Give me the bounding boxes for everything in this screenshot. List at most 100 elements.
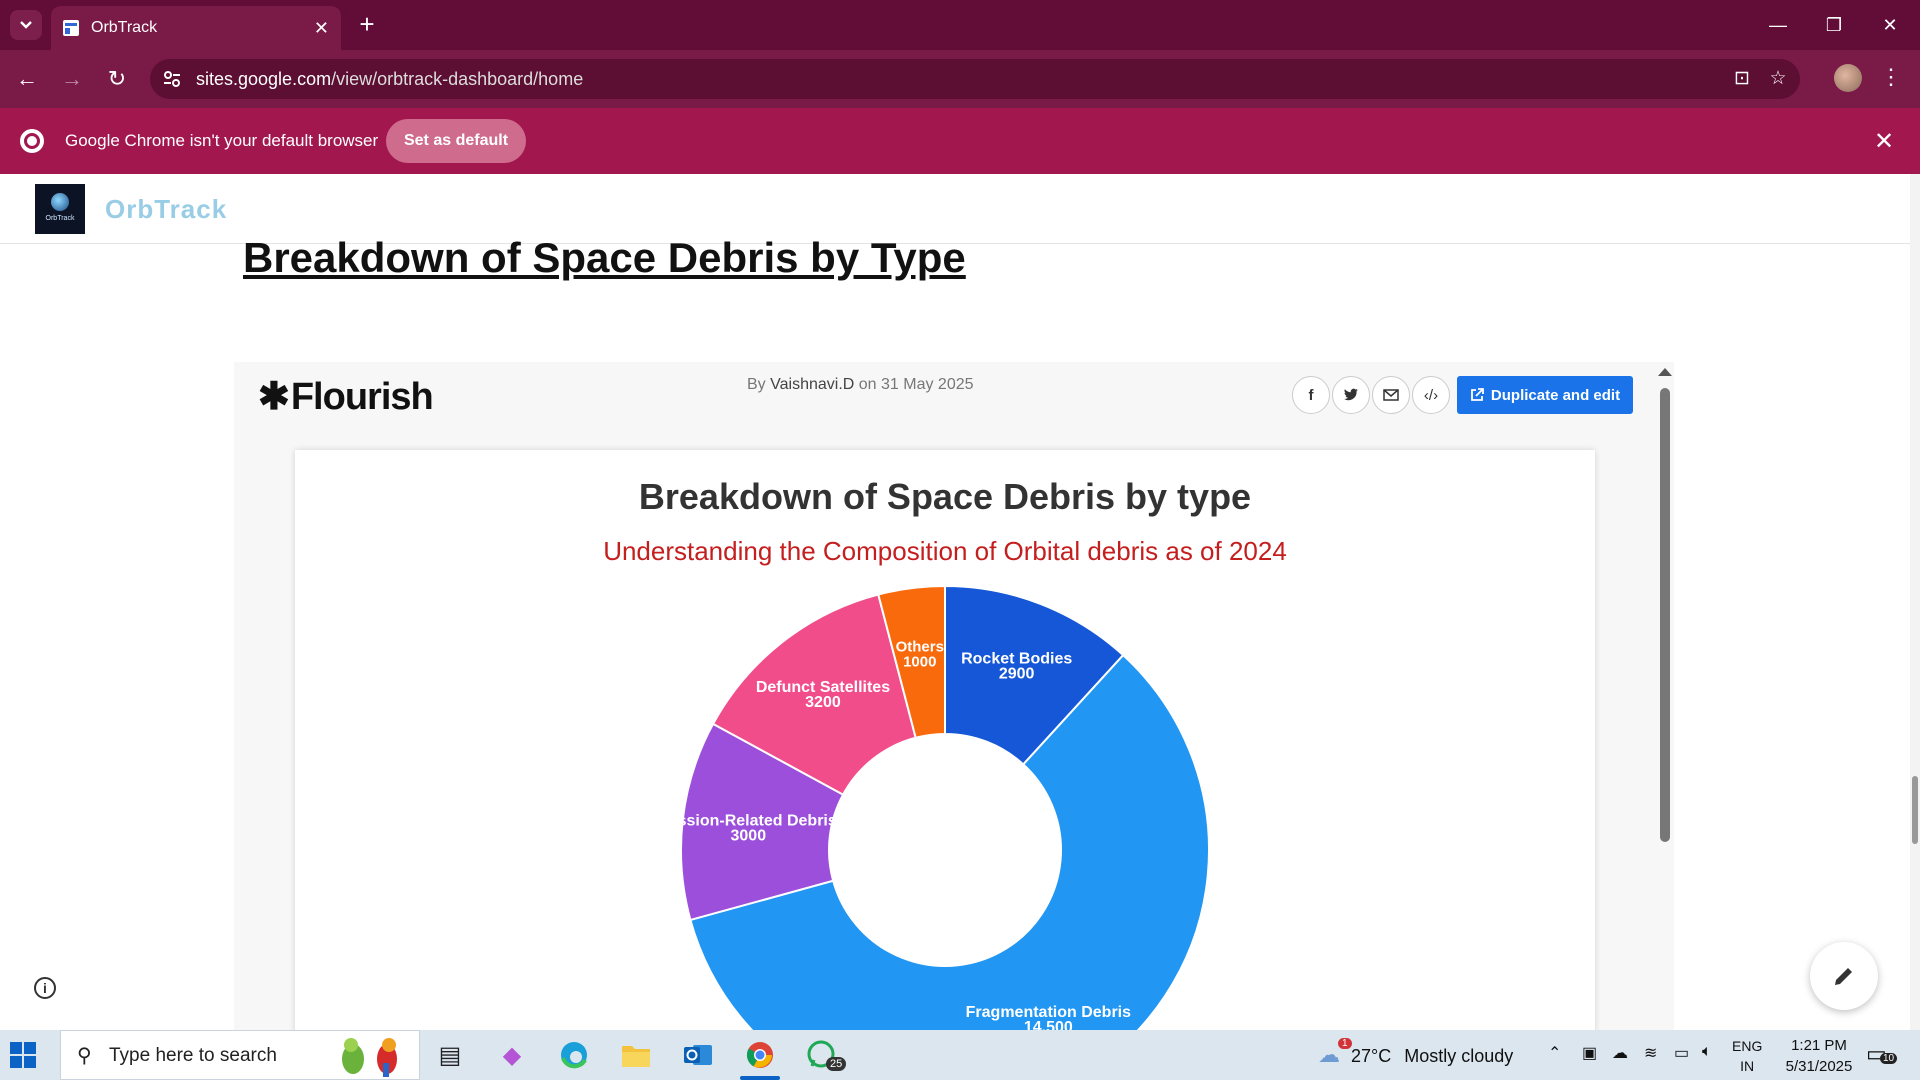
translate-icon[interactable]: ⊡ <box>1730 67 1754 91</box>
notification-icon[interactable]: ▭ 10 <box>1866 1041 1902 1071</box>
file-explorer-icon[interactable] <box>618 1038 654 1072</box>
byline-prefix: By <box>747 376 766 393</box>
page-content: OrbTrack OrbTrack Breakdown of Space Deb… <box>0 174 1920 1030</box>
show-hidden-icons-chevron-icon[interactable]: ⌃ <box>1548 1043 1561 1063</box>
flourish-embed: ✱Flourish By Vaishnavi.D on 31 May 2025 … <box>234 362 1674 1030</box>
twitter-share-icon[interactable] <box>1332 376 1370 414</box>
embed-code-icon[interactable]: ‹/› <box>1412 376 1450 414</box>
close-infobar-icon[interactable]: ✕ <box>1874 127 1894 156</box>
address-bar[interactable]: sites.google.com/view/orbtrack-dashboard… <box>150 59 1800 99</box>
forward-button[interactable]: → <box>55 62 89 96</box>
site-name[interactable]: OrbTrack <box>105 194 227 225</box>
duplicate-and-edit-button[interactable]: Duplicate and edit <box>1457 376 1633 414</box>
orb-logo-icon <box>51 193 69 211</box>
browser-toolbar: ← → ↻ sites.google.com/view/orbtrack-das… <box>0 50 1920 108</box>
notif-count: 10 <box>1880 1053 1898 1064</box>
site-logo[interactable]: OrbTrack <box>35 184 85 234</box>
search-icon: ⚲ <box>77 1045 92 1067</box>
windows-start-icon[interactable] <box>10 1042 36 1068</box>
volume-icon[interactable]: 🔈︎ <box>1702 1043 1712 1061</box>
asterisk-icon: ✱ <box>258 376 290 418</box>
duplicate-label: Duplicate and edit <box>1490 386 1621 404</box>
clock[interactable]: 1:21 PM 5/31/2025 <box>1774 1035 1864 1077</box>
page-title: Breakdown of Space Debris by Type <box>243 234 966 281</box>
edit-pencil-button[interactable] <box>1810 942 1878 1010</box>
set-as-default-button[interactable]: Set as default <box>386 119 526 163</box>
windows-taskbar: ⚲ Type here to search ▤ ◆ 25 ☁ 1 27°C Mo… <box>0 1030 1920 1080</box>
slice-value-label: 3000 <box>731 827 767 844</box>
chrome-menu-icon[interactable]: ⋮ <box>1880 64 1902 94</box>
tab-orbtrack[interactable]: OrbTrack ✕ <box>51 6 341 50</box>
chevron-down-icon <box>20 21 32 29</box>
byline-author[interactable]: Vaishnavi.D <box>770 376 854 393</box>
site-logo-text: OrbTrack <box>45 215 75 222</box>
slice-value-label: 2900 <box>999 665 1035 682</box>
page-scrollbar-thumb[interactable] <box>1912 776 1918 844</box>
wifi-icon[interactable]: ≋ <box>1644 1043 1657 1063</box>
facebook-share-icon[interactable]: f <box>1292 376 1330 414</box>
clock-time: 1:21 PM <box>1791 1037 1847 1054</box>
weather-temp: 27°C <box>1351 1046 1392 1066</box>
new-tab-button[interactable]: + <box>352 10 382 40</box>
language-indicator[interactable]: ENG IN <box>1732 1036 1762 1076</box>
embed-scroll-up-icon[interactable] <box>1658 368 1672 376</box>
flourish-logo-text: Flourish <box>290 376 434 418</box>
byline-date: 31 May 2025 <box>881 376 974 393</box>
copilot-icon[interactable]: ◆ <box>494 1038 530 1072</box>
weather-badge: 1 <box>1338 1038 1352 1049</box>
reload-button[interactable]: ↻ <box>100 62 134 96</box>
tab-strip: OrbTrack ✕ + — ❐ ✕ <box>0 0 1920 50</box>
flourish-byline: By Vaishnavi.D on 31 May 2025 <box>747 376 974 394</box>
pencil-icon <box>1835 968 1852 985</box>
external-link-icon <box>1471 388 1484 401</box>
lang-top: ENG <box>1732 1038 1763 1054</box>
url-text: sites.google.com/view/orbtrack-dashboard… <box>196 69 583 90</box>
embed-scrollbar-thumb[interactable] <box>1660 388 1670 842</box>
envelope-icon <box>1383 389 1399 401</box>
weather-widget[interactable]: ☁ 1 27°C Mostly cloudy <box>1318 1038 1514 1068</box>
search-placeholder: Type here to search <box>109 1045 277 1066</box>
email-share-icon[interactable] <box>1372 376 1410 414</box>
tab-search-button[interactable] <box>10 10 42 40</box>
tab-title: OrbTrack <box>91 19 158 36</box>
weather-desc: Mostly cloudy <box>1404 1046 1514 1066</box>
outlook-icon[interactable] <box>680 1038 716 1072</box>
parrots-search-highlight-icon <box>342 1038 397 1077</box>
slice-value-label: 3200 <box>805 694 841 711</box>
cloud-icon: ☁ <box>1318 1042 1340 1067</box>
url-path: /view/orbtrack-dashboard/home <box>331 69 584 89</box>
chrome-taskbar-icon[interactable] <box>742 1038 778 1072</box>
edge-icon[interactable] <box>556 1038 592 1072</box>
whatsapp-badge: 25 <box>826 1057 847 1071</box>
slice-value-label: 1000 <box>903 654 936 671</box>
page-scrollbar[interactable] <box>1910 174 1920 1030</box>
clock-date: 5/31/2025 <box>1785 1058 1853 1075</box>
close-tab-icon[interactable]: ✕ <box>314 18 329 39</box>
task-view-icon[interactable]: ▤ <box>432 1038 468 1072</box>
onedrive-icon[interactable]: ☁ <box>1612 1043 1628 1063</box>
twitter-bird-icon <box>1344 388 1358 401</box>
profile-avatar[interactable] <box>1834 64 1862 92</box>
info-icon[interactable]: i <box>34 977 56 999</box>
chart-card: Breakdown of Space Debris by type Unders… <box>295 450 1595 1030</box>
minimize-button[interactable]: — <box>1750 0 1806 50</box>
meet-icon[interactable]: ▣ <box>1582 1043 1597 1063</box>
bookmark-star-icon[interactable]: ☆ <box>1766 67 1790 91</box>
byline-on: on <box>858 376 877 393</box>
site-settings-icon[interactable] <box>162 69 182 89</box>
taskbar-search-box[interactable]: ⚲ Type here to search <box>60 1030 420 1080</box>
flourish-logo[interactable]: ✱Flourish <box>258 374 434 419</box>
default-browser-infobar: Google Chrome isn't your default browser… <box>0 108 1920 174</box>
close-window-button[interactable]: ✕ <box>1862 0 1918 50</box>
url-domain: sites.google.com <box>196 69 332 89</box>
restore-button[interactable]: ❐ <box>1806 0 1862 50</box>
donut-chart: Rocket Bodies2900Fragmentation Debris14,… <box>660 584 1210 1030</box>
battery-icon[interactable]: ▭ <box>1674 1043 1689 1063</box>
back-button[interactable]: ← <box>10 62 44 96</box>
infobar-message: Google Chrome isn't your default browser <box>65 131 379 150</box>
chrome-logo-icon <box>20 129 44 153</box>
slice-value-label: 14,500 <box>1024 1019 1073 1030</box>
lang-bottom: IN <box>1740 1058 1755 1074</box>
chrome-active-indicator <box>740 1076 780 1080</box>
google-sites-icon <box>63 20 79 36</box>
